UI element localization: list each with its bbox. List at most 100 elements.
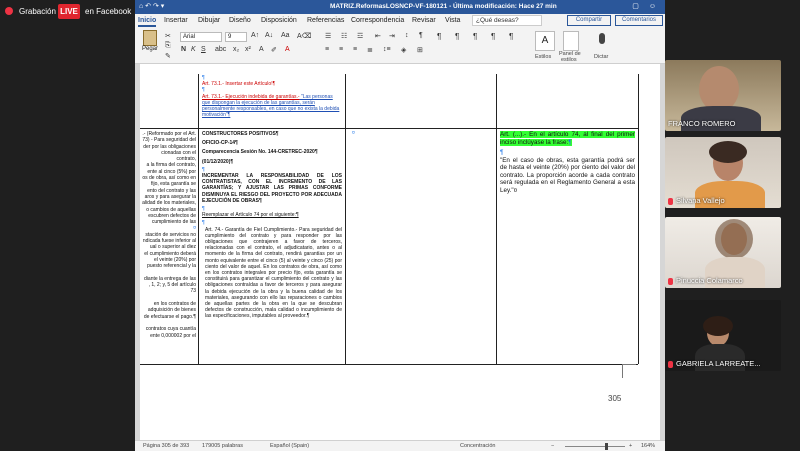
quick-access-icons[interactable]: ⌂ ↶ ↷ ▾	[139, 2, 164, 10]
live-badge[interactable]: LIVE	[58, 4, 80, 19]
justify-icon[interactable]: ≣	[367, 46, 373, 54]
shrink-font-icon[interactable]: A↓	[265, 32, 273, 39]
participant-tile[interactable]: Pinuccia Colamarco	[665, 217, 781, 288]
session-reference: Comparecencia Sesión No. 144-CRETREC-202…	[202, 149, 318, 156]
strikethrough-icon[interactable]: abc	[215, 46, 226, 53]
decrease-indent-icon[interactable]: ⇤	[375, 32, 381, 40]
clear-format-icon[interactable]: A⌫	[297, 32, 312, 40]
cut-icon[interactable]: ✂	[165, 32, 171, 40]
styles-label: Estilos	[535, 54, 552, 60]
status-bar: Página 305 de 393 179005 palabras Españo…	[135, 440, 665, 451]
shading-icon[interactable]: ◈	[401, 46, 406, 54]
styles-icon[interactable]: A	[535, 31, 555, 51]
font-family-select[interactable]: Arial	[180, 32, 222, 42]
focus-mode[interactable]: Concentración	[460, 443, 495, 449]
style-no-spacing-icon[interactable]: ¶	[455, 32, 459, 41]
row2-col4[interactable]: Art. (...).- En el artículo 74, al final…	[500, 131, 635, 194]
language-status[interactable]: Español (Spain)	[270, 443, 309, 449]
style-normal-icon[interactable]: ¶	[437, 32, 441, 41]
fragment-line: adquisición de bienes	[147, 307, 196, 314]
pilcrow-icon[interactable]: ¶	[419, 32, 423, 39]
document-area[interactable]: ¶ Art. 73.1.- Insertar este Artículo!¶ ¶…	[135, 64, 665, 440]
fragment-line: el cumplimiento deberá	[144, 250, 196, 257]
ribbon-home: Pegar ✂ ⎘ ✎ Arial 9 A↑ A↓ Aa A⌫ N K S ab…	[135, 28, 665, 64]
align-center-icon[interactable]: ≡	[339, 46, 343, 53]
participant-tile[interactable]: FRANCO ROMERO	[665, 60, 781, 131]
page-corner-mark	[622, 364, 636, 378]
participant-hair	[709, 141, 747, 163]
align-left-icon[interactable]: ≡	[325, 46, 329, 53]
copy-icon[interactable]: ⎘	[165, 42, 171, 50]
row1-col2[interactable]: ¶ Art. 73.1.- Insertar este Artículo!¶ ¶…	[202, 75, 342, 118]
zoom-out-icon[interactable]: −	[551, 443, 554, 449]
paste-button[interactable]: Pegar	[139, 30, 161, 62]
tab-diseno[interactable]: Diseño	[229, 17, 251, 24]
page-count[interactable]: Página 305 de 393	[143, 443, 189, 449]
format-painter-icon[interactable]: ✎	[165, 52, 171, 60]
dictate-button[interactable]	[595, 31, 609, 51]
font-size-select[interactable]: 9	[225, 32, 247, 42]
proposal-quote: "En el caso de obras, esta garantía podr…	[500, 156, 635, 194]
styles-pane-icon[interactable]	[563, 31, 579, 51]
bold-button[interactable]: N	[181, 46, 186, 53]
fragment-line: ente 0,000002 por el	[150, 332, 196, 339]
numbering-icon[interactable]: ☷	[341, 32, 347, 40]
proposal-heading: INCREMENTAR LA RESPONSABILIDAD DE LOS CO…	[202, 173, 342, 204]
tab-inicio[interactable]: Inicio	[138, 17, 157, 27]
tab-insertar[interactable]: Insertar	[164, 17, 188, 24]
word-count[interactable]: 179005 palabras	[202, 443, 243, 449]
tab-vista[interactable]: Vista	[445, 17, 460, 24]
grow-font-icon[interactable]: A↑	[251, 32, 259, 39]
table-border	[345, 74, 346, 364]
zoom-slider[interactable]	[565, 446, 625, 447]
tab-correspondencia[interactable]: Correspondencia	[351, 17, 404, 24]
style-heading2-icon[interactable]: ¶	[491, 32, 495, 41]
fragment-line: 73) - Para seguridad del	[142, 137, 196, 144]
comments-button[interactable]: Comentarios	[615, 15, 663, 26]
line-spacing-icon[interactable]: ↕≡	[383, 46, 391, 53]
borders-icon[interactable]: ⊞	[417, 46, 423, 54]
text-effects-icon[interactable]: A	[259, 46, 264, 53]
document-page[interactable]: ¶ Art. 73.1.- Insertar este Artículo!¶ ¶…	[140, 64, 660, 440]
zoom-level[interactable]: 164%	[641, 443, 655, 449]
participant-name: Silvana Vallejo	[676, 196, 725, 205]
article-74-text: Art. 74.- Garantía de Fiel Cumplimiento.…	[205, 226, 342, 320]
participant-tile[interactable]: GABRIELA LARREATE...	[665, 300, 781, 371]
recording-label: Grabación	[19, 7, 56, 16]
zoom-slider-knob[interactable]	[605, 443, 609, 450]
tab-dibujar[interactable]: Dibujar	[198, 17, 220, 24]
align-right-icon[interactable]: ≡	[353, 46, 357, 53]
sort-icon[interactable]: ↕	[405, 32, 409, 39]
word-window: ⌂ ↶ ↷ ▾ MATRIZ.ReformasLOSNCP-VF-180121 …	[135, 0, 665, 451]
participant-name: FRANCO ROMERO	[668, 119, 736, 128]
tab-referencias[interactable]: Referencias	[307, 17, 344, 24]
organization-name: CONSTRUCTORES POSITIVOS¶	[202, 131, 279, 137]
tab-revisar[interactable]: Revisar	[412, 17, 436, 24]
style-heading1-icon[interactable]: ¶	[473, 32, 477, 41]
participant-hair	[715, 219, 753, 259]
change-case-icon[interactable]: Aa	[281, 32, 290, 39]
ribbon-tabs: Inicio Insertar Dibujar Diseño Disposici…	[135, 14, 665, 28]
superscript-icon[interactable]: x²	[245, 46, 251, 53]
left-column-fragment[interactable]: .- (Reformado por el Art. 73) - Para segu…	[142, 131, 196, 339]
underline-button[interactable]: S	[201, 46, 206, 53]
bullets-icon[interactable]: ☰	[325, 32, 331, 40]
document-title: MATRIZ.ReformasLOSNCP-VF-180121 - Última…	[330, 3, 557, 10]
subscript-icon[interactable]: x₂	[233, 46, 239, 53]
participant-tile[interactable]: Silvana Vallejo	[665, 137, 781, 208]
increase-indent-icon[interactable]: ⇥	[389, 32, 395, 40]
zoom-in-icon[interactable]: +	[629, 443, 632, 449]
replace-article-note: Reemplazar el Artículo 74 por el siguien…	[202, 212, 299, 219]
row2-col2[interactable]: CONSTRUCTORES POSITIVOS¶ OFICIO-CP-14¶ C…	[202, 131, 342, 320]
style-title-icon[interactable]: ¶	[509, 32, 513, 41]
highlight-icon[interactable]: ✐	[271, 46, 277, 54]
pilcrow: ¶	[500, 149, 504, 156]
share-button[interactable]: Compartir	[567, 15, 611, 26]
styles-pane-label-2: estilos	[561, 57, 577, 63]
font-color-icon[interactable]: A	[285, 46, 290, 53]
tab-disposicion[interactable]: Disposición	[261, 17, 297, 24]
italic-button[interactable]: K	[191, 46, 196, 53]
window-controls[interactable]: ▢ ☺	[632, 2, 660, 10]
multilevel-icon[interactable]: ☲	[357, 32, 363, 40]
tell-me-search[interactable]: ¿Qué deseas?	[472, 15, 542, 26]
